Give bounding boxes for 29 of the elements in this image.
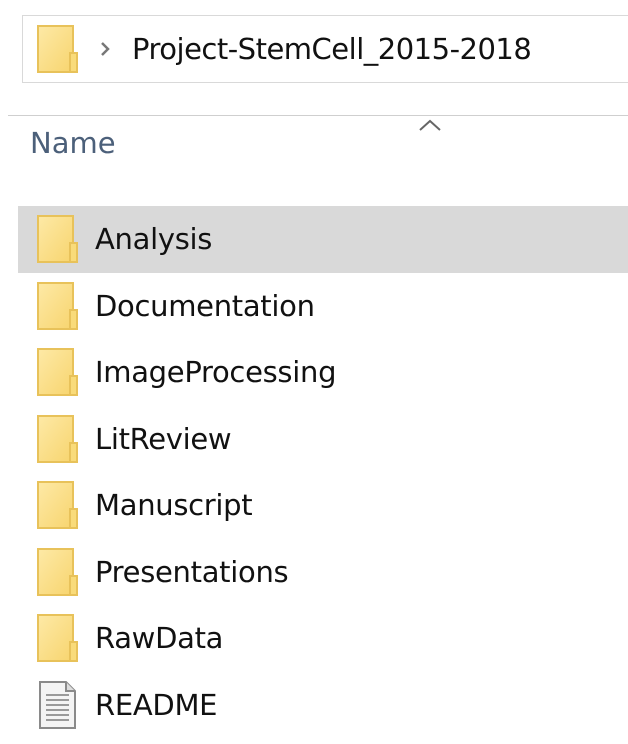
file-name: ImageProcessing — [95, 355, 336, 390]
selected-file-row[interactable]: Analysis — [18, 206, 628, 272]
folder-icon — [37, 614, 78, 662]
file-name: Analysis — [95, 222, 212, 256]
file-name: Manuscript — [95, 488, 252, 522]
folder-icon — [37, 215, 78, 264]
file-row[interactable]: Presentations — [18, 538, 628, 605]
file-name: Documentation — [95, 288, 315, 323]
file-row[interactable]: Documentation — [18, 272, 628, 339]
folder-path: Project-StemCell_2015-2018 — [132, 32, 532, 66]
file-row[interactable]: ImageProcessing — [18, 339, 628, 406]
folder-icon — [37, 548, 78, 596]
document-icon — [37, 680, 78, 730]
file-name: README — [95, 688, 218, 722]
file-name: Presentations — [95, 554, 288, 589]
chevron-icon — [100, 41, 110, 57]
file-name: RawData — [95, 621, 224, 656]
file-name: LitReview — [95, 422, 232, 456]
file-row[interactable]: Manuscript — [18, 472, 628, 538]
file-row[interactable]: RawData — [18, 605, 628, 672]
file-row[interactable]: README — [18, 672, 628, 738]
folder-icon — [37, 25, 78, 73]
folder-icon — [37, 348, 78, 396]
name-column-header[interactable]: Name — [30, 126, 116, 186]
folder-icon — [37, 282, 78, 330]
address-bar[interactable]: Project-StemCell_2015-2018 — [22, 15, 628, 83]
folder-icon — [37, 481, 78, 530]
folder-icon — [37, 414, 78, 463]
file-row[interactable]: LitReview — [18, 406, 628, 472]
